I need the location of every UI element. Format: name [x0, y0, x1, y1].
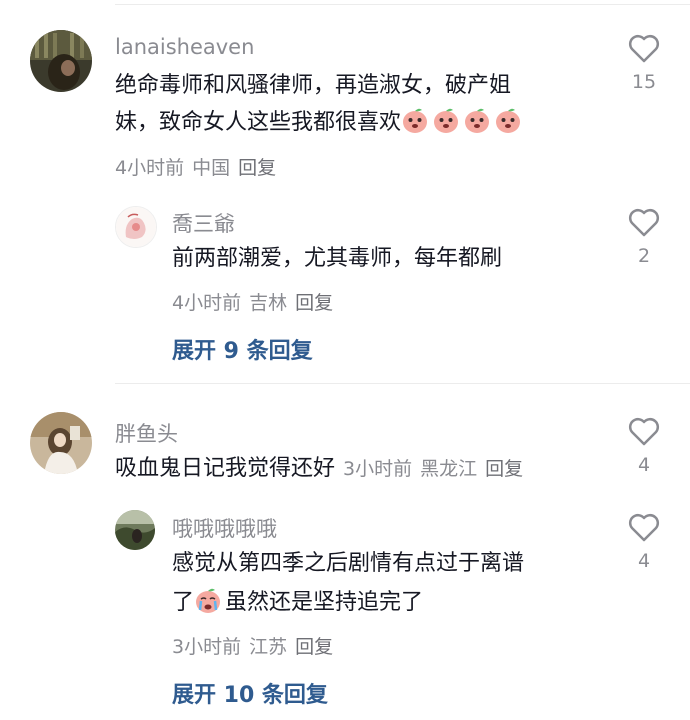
like-count: 4 — [637, 454, 651, 476]
avatar[interactable] — [30, 30, 92, 92]
like-button[interactable]: 4 — [624, 416, 664, 476]
avatar[interactable] — [115, 510, 155, 550]
like-count: 15 — [631, 71, 657, 93]
comment-meta: 4小时前 中国 回复 — [115, 153, 284, 180]
comment-text-content: 吸血鬼日记我觉得还好 — [115, 456, 336, 481]
like-count: 2 — [637, 245, 651, 267]
heart-outline-icon — [628, 208, 660, 237]
comment-text-line1: 绝命毒师和风骚律师，再造淑女，破产姐 — [115, 73, 512, 98]
expand-replies-button[interactable]: 展开 9 条回复 — [172, 333, 313, 365]
location: 吉林 — [249, 292, 288, 314]
like-button[interactable]: 2 — [624, 207, 664, 267]
username[interactable]: 胖鱼头 — [115, 418, 178, 448]
top-divider — [115, 4, 690, 5]
username[interactable]: 哦哦哦哦哦 — [172, 513, 277, 543]
avatar[interactable] — [115, 206, 157, 248]
timestamp: 4小时前 — [172, 292, 242, 314]
comment-text-line2-content: 妹，致命女人这些我都很喜欢 — [115, 110, 402, 135]
heart-outline-icon — [628, 417, 660, 446]
like-button[interactable]: 4 — [624, 512, 664, 572]
comment-divider — [115, 383, 690, 384]
crying-face-emoji — [196, 588, 221, 613]
username[interactable]: 喬三爺 — [172, 208, 235, 238]
comment-meta: 4小时前 吉林 回复 — [172, 288, 341, 315]
like-count: 4 — [637, 550, 651, 572]
location: 黑龙江 — [420, 458, 478, 480]
comment-text-line1: 感觉从第四季之后剧情有点过于离谱 — [172, 551, 525, 576]
peach-emoji-2 — [434, 108, 459, 133]
peach-emoji-3 — [465, 108, 490, 133]
timestamp: 4小时前 — [115, 157, 185, 179]
avatar[interactable] — [30, 412, 92, 474]
comment-meta: 3小时前 黑龙江 回复 — [343, 458, 531, 480]
location: 中国 — [192, 157, 231, 179]
timestamp: 3小时前 — [172, 636, 242, 658]
comment-text: 前两部潮爱，尤其毒师，每年都刷 — [172, 246, 503, 271]
comment-text-line2: 妹，致命女人这些我都很喜欢 — [115, 104, 525, 141]
comment-text-line2-prefix: 了 — [172, 590, 195, 615]
comment-text-line2-suffix: 虽然还是坚持追完了 — [225, 590, 424, 615]
heart-outline-icon — [628, 34, 660, 63]
comment-meta: 3小时前 江苏 回复 — [172, 632, 341, 659]
heart-outline-icon — [628, 513, 660, 542]
reply-button[interactable]: 回复 — [295, 292, 333, 314]
reply-button[interactable]: 回复 — [295, 636, 333, 658]
reply-button[interactable]: 回复 — [485, 458, 523, 480]
like-button[interactable]: 15 — [624, 33, 664, 93]
peach-emoji-4 — [496, 108, 521, 133]
username[interactable]: lanaisheaven — [115, 35, 254, 59]
reply-button[interactable]: 回复 — [238, 157, 276, 179]
timestamp: 3小时前 — [343, 458, 413, 480]
location: 江苏 — [249, 636, 288, 658]
peach-cry-emoji-group — [401, 108, 525, 135]
expand-replies-button[interactable]: 展开 10 条回复 — [172, 677, 328, 709]
comment-text-line2: 了 虽然还是坚持追完了 — [172, 584, 423, 621]
peach-emoji-1 — [403, 108, 428, 133]
comment-text: 吸血鬼日记我觉得还好 3小时前 黑龙江 回复 — [115, 450, 531, 488]
